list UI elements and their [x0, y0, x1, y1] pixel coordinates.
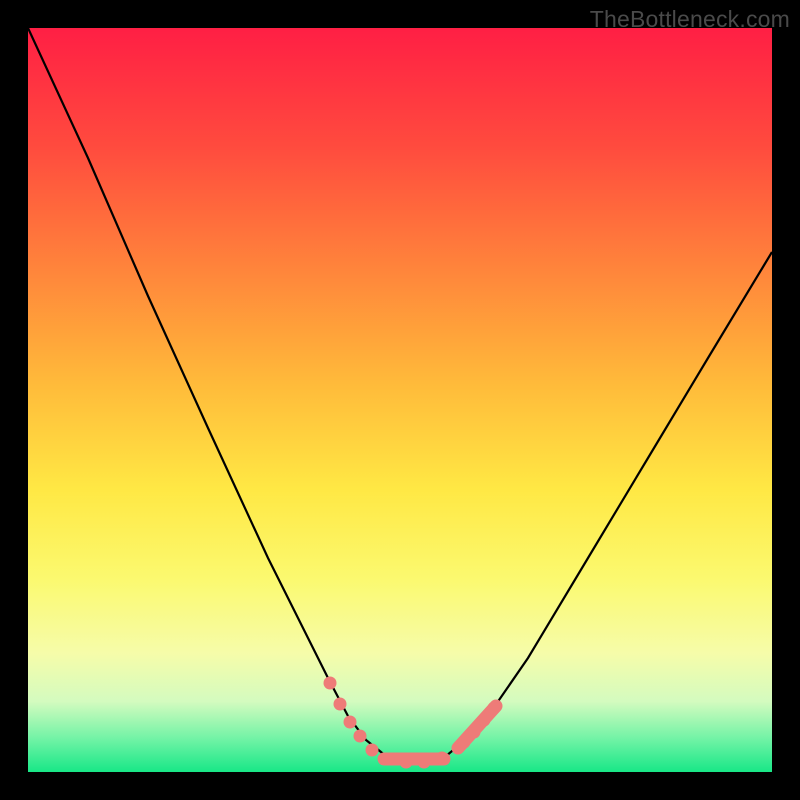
plot-area [28, 28, 772, 772]
chart-svg [28, 28, 772, 772]
watermark-text: TheBottleneck.com [590, 6, 790, 33]
bottleneck-curve [28, 28, 772, 762]
